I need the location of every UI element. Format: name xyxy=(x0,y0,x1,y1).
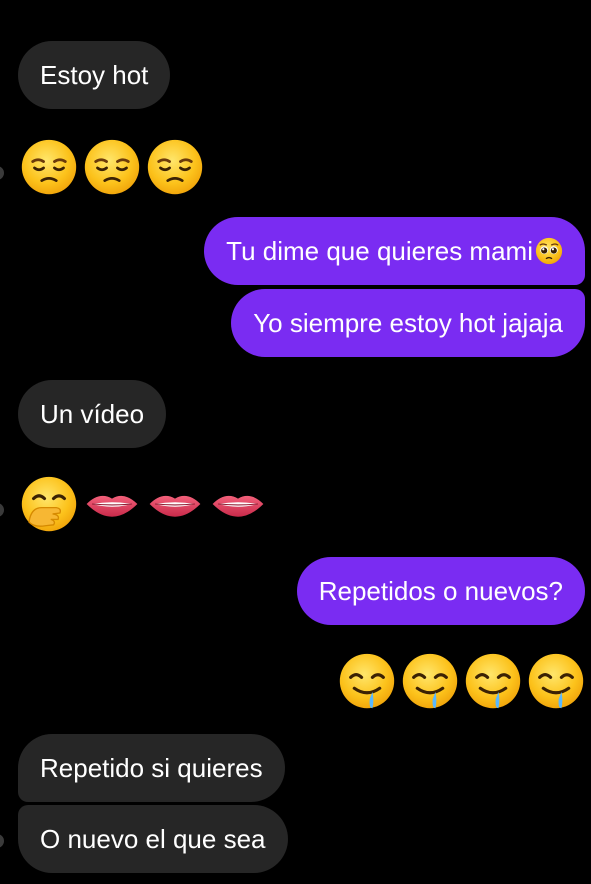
outgoing-message[interactable]: Yo siempre estoy hot jajaja xyxy=(231,289,585,357)
drooling-face-icon xyxy=(528,653,584,709)
message-text: Repetido si quieres xyxy=(40,753,263,783)
biting-lip-icon xyxy=(86,495,138,517)
outgoing-message[interactable]: Repetidos o nuevos? xyxy=(296,557,585,625)
disappointed-face-icon xyxy=(84,139,140,195)
pleading-face-icon xyxy=(535,237,563,265)
outgoing-emoji-message[interactable] xyxy=(338,652,585,710)
incoming-message[interactable]: Un vídeo xyxy=(18,380,167,448)
drooling-face-icon xyxy=(465,653,521,709)
incoming-message[interactable]: Repetido si quieres xyxy=(18,734,285,802)
outgoing-message[interactable]: Tu dime que quieres mami xyxy=(204,217,585,285)
disappointed-face-icon xyxy=(21,139,77,195)
hand-over-mouth-face-icon xyxy=(21,476,77,532)
message-text: Repetidos o nuevos? xyxy=(318,576,563,606)
sender-avatar xyxy=(0,834,4,848)
sender-avatar xyxy=(0,166,4,180)
drooling-face-icon xyxy=(339,653,395,709)
incoming-message[interactable]: Estoy hot xyxy=(18,41,171,109)
message-text: O nuevo el que sea xyxy=(40,824,266,854)
message-text: Un vídeo xyxy=(40,399,145,429)
biting-lip-icon xyxy=(212,495,264,517)
incoming-emoji-message[interactable] xyxy=(20,475,267,533)
incoming-message[interactable]: O nuevo el que sea xyxy=(18,805,288,873)
disappointed-face-icon xyxy=(147,139,203,195)
sender-avatar xyxy=(0,503,4,517)
message-text: Estoy hot xyxy=(40,60,149,90)
drooling-face-icon xyxy=(402,653,458,709)
message-text: Tu dime que quieres mami xyxy=(226,236,533,266)
message-text: Yo siempre estoy hot jajaja xyxy=(253,308,563,338)
incoming-emoji-message[interactable] xyxy=(20,138,204,196)
biting-lip-icon xyxy=(149,495,201,517)
